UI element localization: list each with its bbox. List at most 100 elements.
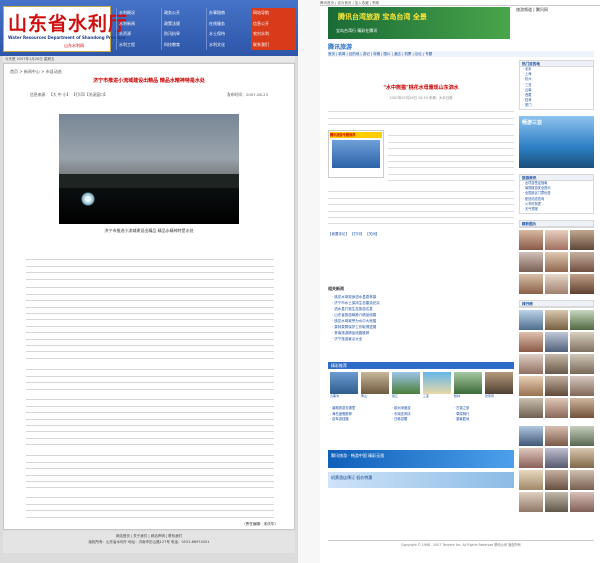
article-tools[interactable]: 信息来源：【大 中 小】 【打印】【关闭窗口】 <box>30 92 108 97</box>
sidebar-promo-image[interactable]: 畅游三亚 <box>519 116 594 168</box>
nav-item[interactable]: 办事指南 <box>206 8 251 19</box>
nav-item[interactable]: 科技教育 <box>161 39 206 50</box>
featured-heading: 精彩推荐 <box>328 362 514 369</box>
photo-thumb[interactable] <box>519 492 543 512</box>
photo-thumb[interactable] <box>544 470 569 490</box>
photo-thumb[interactable] <box>570 492 594 512</box>
photo-thumb[interactable] <box>519 448 543 468</box>
featured-thumb <box>361 372 389 394</box>
featured-item[interactable]: 张家界 <box>485 372 513 402</box>
nav-item[interactable]: 农村水利 <box>251 29 296 40</box>
nav-item[interactable]: 水资源 <box>116 29 161 40</box>
photo-thumb[interactable] <box>570 470 594 490</box>
nav-item[interactable]: 水利概况 <box>116 8 161 19</box>
photo-thumb[interactable] <box>544 492 569 512</box>
site-logo[interactable]: 山东省水利厅 Water Resources Department of Sha… <box>3 6 127 52</box>
featured-link[interactable]: · 自驾游线路 <box>330 417 390 423</box>
footer-copyright: 版权所有：山东省水利厅 地址：济南市历山路127号 电话：0531-869740… <box>88 540 210 544</box>
featured-label: 张家界 <box>485 394 495 398</box>
sidebar-box: 排行榜 <box>519 300 594 308</box>
photo-thumb[interactable] <box>544 354 569 374</box>
site-logo[interactable]: 腾讯旅游 <box>328 42 352 51</box>
featured-link[interactable]: · 日韩赏樱 <box>392 417 452 423</box>
banner-ad[interactable]: 腾讯台湾旅游 宝岛台湾 全景 宝岛台湾行 精彩在腾讯 <box>328 7 510 39</box>
photo-thumb[interactable] <box>519 230 543 250</box>
photo-thumb[interactable] <box>544 448 569 468</box>
photo-thumb[interactable] <box>544 376 569 396</box>
photo-thumb[interactable] <box>544 426 569 446</box>
top-links[interactable]: 腾讯首页 | 设为首页 | 加入收藏 | 帮助 <box>320 0 600 6</box>
photo-thumb[interactable] <box>544 274 569 294</box>
related-link[interactable]: · 济宁旅游景点大全 <box>332 336 510 342</box>
breadcrumb[interactable]: 首页 > 新闻中心 > 市县动态 <box>10 69 62 75</box>
nav-item[interactable]: 水利新闻 <box>116 18 161 29</box>
photo-thumb[interactable] <box>570 332 594 352</box>
related-news-heading: 相关新闻 <box>328 286 344 291</box>
photo-thumb[interactable] <box>570 376 594 396</box>
article-paragraph <box>26 450 274 488</box>
nav-item[interactable]: 联系我们 <box>251 39 296 50</box>
photo-thumb[interactable] <box>519 426 543 446</box>
featured-item[interactable]: 三亚 <box>423 372 451 402</box>
page: 山东省水利厅 Water Resources Department of Sha… <box>0 0 600 563</box>
photo-thumb[interactable] <box>570 252 594 272</box>
photo-thumb[interactable] <box>570 398 594 418</box>
featured-thumb <box>485 372 513 394</box>
article-meta: 信息来源：【大 中 小】 【打印】【关闭窗口】 发布时间：2007-08-23 <box>30 92 268 98</box>
article-actions[interactable]: 【我要评论】 【打印】 【关闭】 <box>328 232 514 237</box>
featured-item[interactable]: 九寨沟 <box>330 372 358 402</box>
photo-thumb[interactable] <box>544 332 569 352</box>
nav-item[interactable]: 防汛抗旱 <box>161 29 206 40</box>
featured-thumb <box>392 372 420 394</box>
featured-link[interactable]: · 避暑胜地 <box>454 417 514 423</box>
photo-thumb[interactable] <box>544 230 569 250</box>
nav-item[interactable]: 水利工程 <box>116 39 161 50</box>
link-column: · 暑期旅游去哪里 · 海岛度假推荐 · 自驾游线路 <box>330 406 390 423</box>
nav-item[interactable]: 水利文化 <box>206 39 251 50</box>
photo-thumb[interactable] <box>519 398 543 418</box>
nav-item[interactable]: 水土保持 <box>206 29 251 40</box>
date-bar: 今天是 2007年1月26日 星期五 <box>3 56 295 62</box>
photo-thumb[interactable] <box>544 398 569 418</box>
photo-thumb[interactable] <box>570 448 594 468</box>
photo-fountain <box>81 192 95 206</box>
photo-thumb[interactable] <box>519 332 543 352</box>
inline-ad[interactable]: 腾讯旅游专题推荐 <box>328 130 384 178</box>
article-paragraph <box>26 364 274 390</box>
featured-item[interactable]: 丽江 <box>392 372 420 402</box>
featured-item[interactable]: 黄山 <box>361 372 389 402</box>
photo-thumb[interactable] <box>570 426 594 446</box>
channel-nav[interactable]: 首页 | 新闻 | 目的地 | 游记 | 攻略 | 图片 | 酒店 | 机票 |… <box>328 51 594 57</box>
photo-thumb[interactable] <box>519 470 543 490</box>
featured-item[interactable]: 桂林 <box>454 372 482 402</box>
photo-thumb[interactable] <box>519 354 543 374</box>
travel-ad-banner[interactable]: 腾讯旅游 · 畅游中国 精彩无限 <box>328 450 514 468</box>
photo-thumb[interactable] <box>570 230 594 250</box>
nav-item[interactable]: 政务公开 <box>161 8 206 19</box>
photo-thumb[interactable] <box>544 310 569 330</box>
nav-item[interactable]: 信息公开 <box>251 18 296 29</box>
photo-thumb[interactable] <box>570 274 594 294</box>
photo-thumb[interactable] <box>570 310 594 330</box>
sidebar-link[interactable]: · 天气预报 <box>520 207 593 212</box>
nav-item[interactable]: 在线服务 <box>206 18 251 29</box>
photo-thumb[interactable] <box>519 376 543 396</box>
photo-thumb[interactable] <box>519 252 543 272</box>
main-nav: 水利概况 政务公开 办事指南 网站导航 水利新闻 政策法规 在线服务 信息公开 … <box>116 8 296 52</box>
photo-grid <box>519 230 594 294</box>
photo-thumb[interactable] <box>519 274 543 294</box>
nav-item[interactable]: 网站导航 <box>251 8 296 19</box>
sidebar-link[interactable]: · 厦门 <box>520 103 593 108</box>
featured-thumb <box>330 372 358 394</box>
sidebar-box: 热门目的地 · 北京 · 上海 · 杭州 · 三亚 · 云南 · 西藏 · 桂林… <box>519 60 594 110</box>
nav-item[interactable]: 政策法规 <box>161 18 206 29</box>
photo-thumb[interactable] <box>570 354 594 374</box>
logo-title: 山东省水利厅 <box>8 13 129 35</box>
booking-ad-banner[interactable]: 机票酒店预订 低价特惠 <box>328 472 514 488</box>
ad-image <box>332 140 380 168</box>
photo-thumb[interactable] <box>544 252 569 272</box>
site-header: 山东省水利厅 Water Resources Department of Sha… <box>0 0 298 56</box>
promo-text: 畅游三亚 <box>522 120 543 126</box>
header-links[interactable]: 旅游频道 | 腾讯网 <box>516 7 594 21</box>
photo-thumb[interactable] <box>519 310 543 330</box>
